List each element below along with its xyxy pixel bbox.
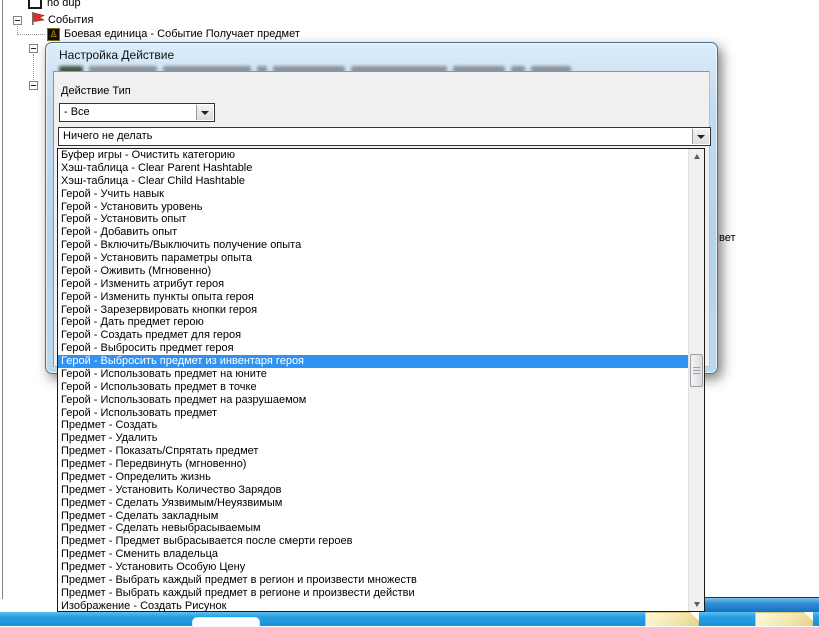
tree-item-events[interactable]: События — [48, 14, 93, 26]
list-item[interactable]: Хэш-таблица - Clear Parent Hashtable — [58, 162, 688, 175]
list-item[interactable]: Герой - Зарезервировать кнопки героя — [58, 304, 688, 317]
list-item[interactable]: Герой - Добавить опыт — [58, 226, 688, 239]
list-item[interactable]: Предмет - Установить Особую Цену — [58, 561, 688, 574]
list-item[interactable]: Предмет - Удалить — [58, 432, 688, 445]
list-item[interactable]: Предмет - Сменить владельца — [58, 548, 688, 561]
list-item[interactable]: Герой - Использовать предмет на разрушае… — [58, 394, 688, 407]
list-item[interactable]: Герой - Создать предмет для героя — [58, 329, 688, 342]
list-item[interactable]: Герой - Включить/Выключить получение опы… — [58, 239, 688, 252]
list-item[interactable]: Герой - Использовать предмет — [58, 407, 688, 420]
combobox-dropdown-button[interactable] — [196, 105, 213, 120]
list-item[interactable]: Предмет - Сделать закладным — [58, 510, 688, 523]
list-item[interactable]: Герой - Оживить (Мгновенно) — [58, 265, 688, 278]
list-item[interactable]: Предмет - Сделать Уязвимым/Неуязвимым — [58, 497, 688, 510]
list-item[interactable]: Предмет - Выбрать каждый предмет в регио… — [58, 574, 688, 587]
collapse-box-conditions[interactable] — [29, 44, 38, 53]
list-item[interactable]: Хэш-таблица - Clear Child Hashtable — [58, 175, 688, 188]
paper-icon — [645, 612, 699, 626]
action-list: Буфер игры - Очистить категорию Хэш-табли… — [58, 149, 688, 611]
list-item[interactable]: Предмет - Показать/Спрятать предмет — [58, 445, 688, 458]
list-item[interactable]: Изображение - Создать Рисунок — [58, 600, 688, 611]
scroll-up-icon — [694, 153, 700, 159]
scroll-up-button[interactable] — [689, 149, 705, 163]
list-item[interactable]: Герой - Установить уровень — [58, 201, 688, 214]
collapse-box-actions[interactable] — [29, 81, 38, 90]
tree-connector — [17, 34, 45, 36]
scroll-down-button[interactable] — [689, 597, 705, 611]
scrollbar-thumb[interactable] — [690, 354, 703, 387]
list-item[interactable]: Буфер игры - Очистить категорию — [58, 149, 688, 162]
flag-icon — [30, 11, 46, 26]
tree-item-unit-event[interactable]: Боевая единица - Событие Получает предме… — [64, 28, 300, 40]
list-item[interactable]: Герой - Выбросить предмет героя — [58, 342, 688, 355]
list-item[interactable]: Герой - Использовать предмет на юните — [58, 368, 688, 381]
list-item[interactable]: Герой - Установить параметры опыта — [58, 252, 688, 265]
panel-divider — [2, 0, 3, 599]
action-type-value: - Все — [64, 106, 90, 118]
list-item[interactable]: Герой - Учить навык — [58, 188, 688, 201]
tree-item-trigger-name[interactable]: no dup — [47, 0, 81, 9]
list-item[interactable]: Герой - Установить опыт — [58, 213, 688, 226]
paper-icon — [755, 612, 813, 626]
action-type-combobox[interactable]: - Все — [59, 103, 215, 122]
redacted-text — [59, 61, 577, 74]
trigger-page-icon — [28, 0, 42, 9]
list-item[interactable]: Герой - Изменить пункты опыта героя — [58, 291, 688, 304]
action-combobox[interactable]: Ничего не делать — [58, 127, 711, 146]
list-item[interactable]: Герой - Выбросить предмет из инвентаря г… — [58, 355, 688, 368]
action-type-label: Действие Тип — [61, 85, 131, 97]
list-item[interactable]: Предмет - Предмет выбрасывается после см… — [58, 535, 688, 548]
list-item[interactable]: Предмет - Установить Количество Зарядов — [58, 484, 688, 497]
combobox-dropdown-button[interactable] — [692, 129, 709, 144]
list-item[interactable]: Предмет - Сделать невыбрасываемым — [58, 522, 688, 535]
tree-connector — [33, 54, 35, 80]
dialog-title: Настройка Действие — [59, 48, 175, 62]
list-item[interactable]: Герой - Дать предмет герою — [58, 316, 688, 329]
list-item[interactable]: Предмет - Создать — [58, 419, 688, 432]
list-item[interactable]: Герой - Использовать предмет в точке — [58, 381, 688, 394]
background-clipped-text: вет — [719, 232, 736, 244]
action-combobox-value: Ничего не делать — [63, 130, 153, 142]
list-scrollbar[interactable] — [688, 149, 704, 611]
list-item[interactable]: Предмет - Выбрать каждый предмет в регио… — [58, 587, 688, 600]
window-edge-right — [705, 597, 819, 612]
list-item[interactable]: Предмет - Передвинуть (мгновенно) — [58, 458, 688, 471]
list-item[interactable]: Герой - Изменить атрибут героя — [58, 278, 688, 291]
chevron-down-icon — [201, 110, 209, 115]
chevron-down-icon — [697, 134, 705, 139]
action-dropdown-list: Буфер игры - Очистить категорию Хэш-табли… — [57, 148, 705, 612]
list-item[interactable]: Предмет - Определить жизнь — [58, 471, 688, 484]
collapse-box-events[interactable] — [13, 16, 22, 25]
scroll-down-icon — [694, 601, 700, 607]
unit-event-icon: ♙ — [47, 28, 60, 41]
